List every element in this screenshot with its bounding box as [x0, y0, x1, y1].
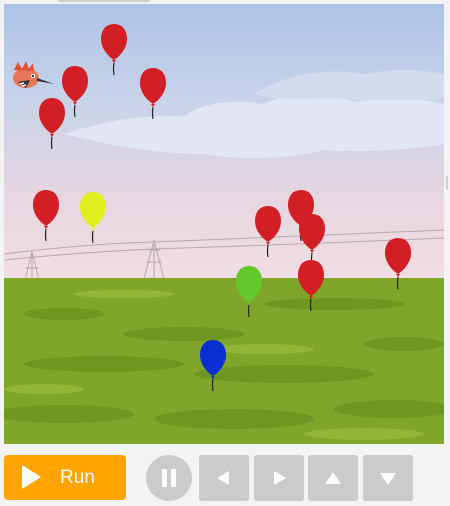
balloon-red[interactable]	[37, 96, 67, 156]
balloon-yellow[interactable]	[78, 190, 108, 250]
arrow-up-icon	[325, 472, 341, 484]
game-canvas[interactable]	[4, 4, 444, 444]
pause-icon	[162, 469, 167, 487]
arrow-left-icon	[217, 471, 229, 485]
down-button[interactable]	[363, 455, 413, 501]
balloon-blue[interactable]	[198, 338, 228, 398]
balloon-red[interactable]	[31, 188, 61, 248]
right-edge-marker	[446, 176, 448, 190]
balloon-red[interactable]	[383, 236, 413, 296]
control-bar: Run	[0, 448, 450, 506]
pause-button[interactable]	[146, 455, 192, 501]
up-button[interactable]	[308, 455, 358, 501]
left-button[interactable]	[199, 455, 249, 501]
balloon-green[interactable]	[234, 264, 264, 324]
top-edge-handle	[58, 0, 150, 2]
balloon-red[interactable]	[296, 258, 326, 318]
balloon-red[interactable]	[99, 22, 129, 82]
pause-icon	[171, 469, 176, 487]
balloon-red[interactable]	[138, 66, 168, 126]
arrow-right-icon	[274, 471, 286, 485]
balloon-red[interactable]	[253, 204, 283, 264]
run-button[interactable]: Run	[4, 455, 126, 500]
arrow-down-icon	[380, 473, 396, 485]
run-label: Run	[60, 467, 95, 488]
play-icon	[22, 465, 41, 489]
right-button[interactable]	[254, 455, 304, 501]
